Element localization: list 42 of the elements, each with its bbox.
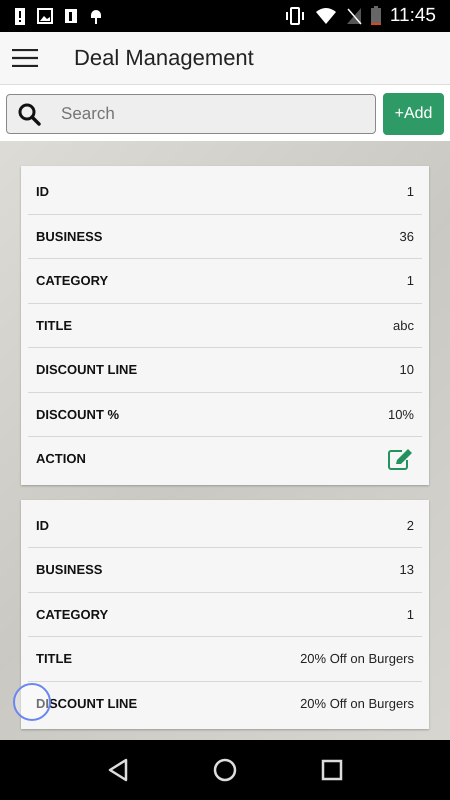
image-icon: [37, 8, 53, 24]
status-time: 11:45: [390, 5, 436, 27]
field-label: CATEGORY: [36, 606, 108, 622]
field-label: BUSINESS: [36, 228, 102, 244]
field-label: CATEGORY: [36, 273, 108, 288]
field-label: ID: [36, 184, 49, 200]
field-value: 20% Off on Burgers: [300, 651, 414, 666]
search-field[interactable]: Search: [6, 94, 376, 134]
field-label: DISCOUNT %: [36, 406, 120, 422]
field-label: TITLE: [36, 318, 72, 333]
back-icon[interactable]: [107, 758, 129, 782]
field-value: 36: [400, 228, 414, 244]
battery-alert-icon: [14, 6, 26, 26]
field-value: 2: [406, 518, 414, 533]
add-button[interactable]: +Add: [383, 93, 444, 135]
field-value: 13: [400, 562, 414, 578]
field-value: 1: [406, 184, 414, 200]
field-value: 20% Off on Burgers: [300, 696, 414, 711]
field-value: 1: [406, 273, 414, 288]
menu-button[interactable]: [12, 49, 38, 67]
field-label: ID: [36, 518, 49, 533]
home-icon[interactable]: [213, 758, 237, 782]
edit-icon: [388, 448, 414, 470]
field-label: ACTION: [36, 451, 86, 466]
field-label: TITLE: [36, 651, 72, 666]
field-label: BUSINESS: [36, 562, 102, 578]
field-value: 10: [400, 362, 414, 378]
recents-icon[interactable]: [321, 759, 343, 781]
edit-button[interactable]: [388, 448, 414, 470]
field-value: abc: [393, 318, 414, 333]
search-icon: [17, 102, 41, 126]
field-label: DISCOUNT LINE: [36, 362, 138, 378]
no-signal-icon: [346, 7, 362, 25]
page-title: Deal Management: [74, 45, 254, 71]
menu-icon: [12, 49, 38, 67]
wifi-icon: [314, 7, 337, 25]
battery-icon: [370, 6, 381, 26]
sim-card-icon: [64, 8, 78, 24]
field-value: 10%: [388, 406, 414, 422]
vibrate-icon: [284, 7, 306, 25]
field-value: 1: [406, 606, 414, 622]
search-input[interactable]: Search: [59, 103, 323, 125]
